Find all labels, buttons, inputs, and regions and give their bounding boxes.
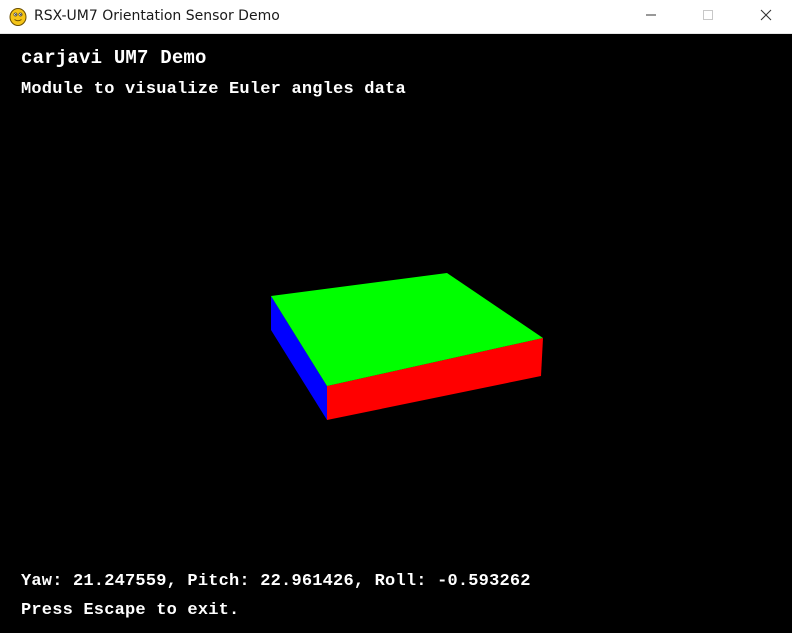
maximize-button[interactable] xyxy=(685,0,731,33)
euler-angles-readout: Yaw: 21.247559, Pitch: 22.961426, Roll: … xyxy=(21,572,531,591)
minimize-button[interactable] xyxy=(628,0,674,33)
render-canvas[interactable]: carjavi UM7 Demo Module to visualize Eul… xyxy=(0,34,792,633)
close-icon xyxy=(760,9,772,25)
orientation-cube xyxy=(271,273,543,420)
python-snake-icon xyxy=(8,7,28,27)
close-button[interactable] xyxy=(743,0,789,33)
app-window: RSX-UM7 Orientation Sensor Demo carjavi … xyxy=(0,0,792,633)
maximize-icon xyxy=(702,9,714,25)
minimize-icon xyxy=(645,9,657,25)
exit-hint: Press Escape to exit. xyxy=(21,601,240,620)
window-title: RSX-UM7 Orientation Sensor Demo xyxy=(34,8,280,24)
title-bar[interactable]: RSX-UM7 Orientation Sensor Demo xyxy=(0,0,792,34)
